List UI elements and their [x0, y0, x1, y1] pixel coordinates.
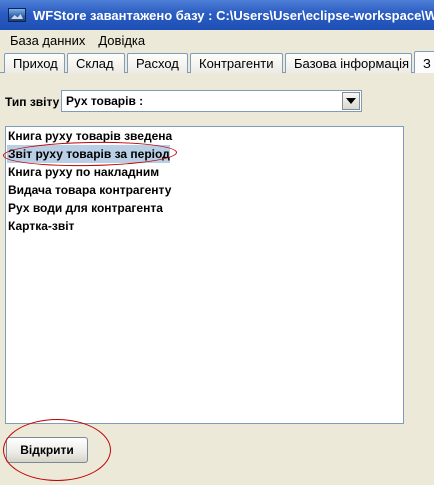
app-icon: [8, 8, 26, 22]
list-item[interactable]: Картка-звіт: [7, 217, 74, 235]
tab-income[interactable]: Приход: [4, 53, 65, 73]
title-bar[interactable]: WFStore завантажено базу : C:\Users\User…: [0, 0, 434, 30]
window-title: WFStore завантажено базу : C:\Users\User…: [33, 7, 434, 23]
list-item[interactable]: Книга руху по накладним: [7, 163, 159, 181]
list-item[interactable]: Книга руху товарів зведена: [7, 127, 172, 145]
menu-database[interactable]: База данних: [6, 33, 89, 48]
chevron-down-icon: [346, 98, 356, 104]
tab-contractors[interactable]: Контрагенти: [190, 53, 283, 73]
list-item[interactable]: Видача товара контрагенту: [7, 181, 171, 199]
menu-bar: База данних Довідка: [0, 30, 434, 50]
tab-reports[interactable]: З: [414, 51, 434, 74]
tab-warehouse[interactable]: Склад: [67, 53, 125, 73]
report-type-dropdown[interactable]: Рух товарів :: [61, 90, 362, 112]
tab-bar: Приход Склад Расход Контрагенти Базова і…: [0, 50, 434, 74]
list-item-selected[interactable]: Звіт руху товарів за період: [7, 145, 170, 163]
tab-expense[interactable]: Расход: [127, 53, 188, 73]
report-list[interactable]: Книга руху товарів зведена Звіт руху тов…: [5, 126, 404, 424]
dropdown-button[interactable]: [342, 92, 360, 110]
report-type-label: Тип звіту :: [5, 95, 67, 109]
open-button[interactable]: Відкрити: [6, 437, 88, 463]
report-type-value: Рух товарів :: [66, 94, 144, 108]
tab-basic-info[interactable]: Базова інформація: [285, 53, 412, 73]
list-item[interactable]: Рух води для контрагента: [7, 199, 163, 217]
menu-help[interactable]: Довідка: [94, 33, 149, 48]
